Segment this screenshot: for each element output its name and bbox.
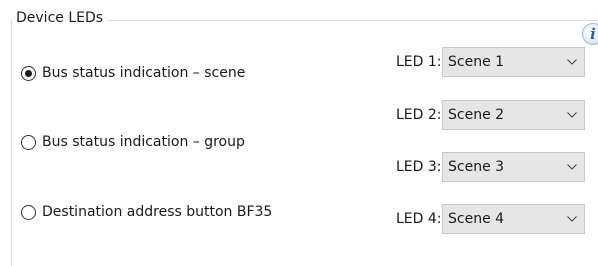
led-1-row: LED 1: Scene 1 bbox=[396, 47, 585, 77]
radio-bus-status-group[interactable]: Bus status indication – group bbox=[21, 133, 245, 151]
led-1-label: LED 1: bbox=[396, 54, 442, 70]
info-icon[interactable]: i bbox=[582, 23, 598, 45]
led-3-select[interactable]: Scene 3 bbox=[442, 152, 585, 182]
led-4-selected-value: Scene 4 bbox=[448, 211, 505, 227]
radio-label: Destination address button BF35 bbox=[42, 204, 273, 220]
led-2-label: LED 2: bbox=[396, 107, 442, 123]
radio-destination-address-button[interactable]: Destination address button BF35 bbox=[21, 203, 272, 221]
device-leds-panel: Device LEDs i Bus status indication – sc… bbox=[0, 0, 598, 266]
radio-unchecked-icon[interactable] bbox=[21, 204, 36, 220]
chevron-down-icon[interactable] bbox=[560, 101, 584, 129]
led-4-row: LED 4: Scene 4 bbox=[396, 204, 585, 234]
chevron-down-icon[interactable] bbox=[560, 153, 584, 181]
led-1-select[interactable]: Scene 1 bbox=[442, 47, 585, 77]
led-2-select[interactable]: Scene 2 bbox=[442, 100, 585, 130]
led-3-selected-value: Scene 3 bbox=[448, 159, 505, 175]
radio-label: Bus status indication – scene bbox=[42, 65, 246, 81]
led-3-label: LED 3: bbox=[396, 159, 442, 175]
groupbox-title: Device LEDs bbox=[12, 9, 108, 27]
radio-checked-icon[interactable] bbox=[21, 65, 36, 81]
led-2-selected-value: Scene 2 bbox=[448, 107, 505, 123]
chevron-down-icon[interactable] bbox=[560, 205, 584, 233]
radio-label: Bus status indication – group bbox=[42, 134, 245, 150]
led-3-row: LED 3: Scene 3 bbox=[396, 152, 585, 182]
radio-bus-status-scene[interactable]: Bus status indication – scene bbox=[21, 64, 245, 82]
led-4-label: LED 4: bbox=[396, 211, 442, 227]
chevron-down-icon[interactable] bbox=[560, 48, 584, 76]
led-4-select[interactable]: Scene 4 bbox=[442, 204, 585, 234]
led-1-selected-value: Scene 1 bbox=[448, 54, 505, 70]
led-2-row: LED 2: Scene 2 bbox=[396, 100, 585, 130]
radio-unchecked-icon[interactable] bbox=[21, 134, 36, 150]
